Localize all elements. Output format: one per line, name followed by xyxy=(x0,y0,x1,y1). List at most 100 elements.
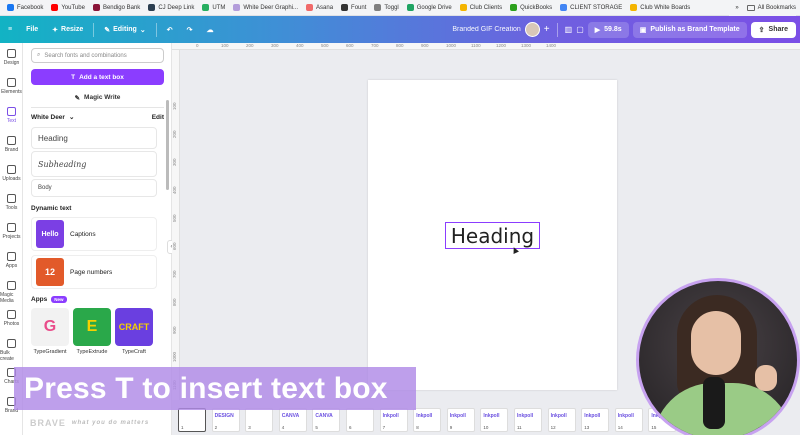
edit-brand-button[interactable]: Edit xyxy=(152,114,164,121)
bookmark-favicon-icon xyxy=(306,4,314,11)
cloud-save-button[interactable]: ☁ xyxy=(199,26,220,34)
redo-button[interactable]: ↷ xyxy=(180,26,200,34)
font-search-input[interactable]: ⌕ Search fonts and combinations xyxy=(31,48,164,63)
bookmark-item[interactable]: Google Drive xyxy=(404,4,455,11)
captions-card[interactable]: Hello Captions xyxy=(31,217,157,251)
page-thumbnail[interactable]: Inkpoll 14 xyxy=(614,408,643,432)
bookmark-item[interactable]: UTM xyxy=(199,4,228,11)
bookmark-favicon-icon xyxy=(341,4,349,11)
rail-item-magic-media[interactable]: Magic Media xyxy=(0,281,23,304)
bookmark-item[interactable]: White Deer Graphi... xyxy=(230,4,301,11)
bookmark-item[interactable]: Bendigo Bank xyxy=(90,4,143,11)
page-thumbnail[interactable]: 1 xyxy=(178,408,206,432)
ruler-tick-label: 700 xyxy=(172,270,177,278)
rail-item-tools[interactable]: Tools xyxy=(0,194,23,211)
rail-item-design[interactable]: Design xyxy=(0,49,23,66)
bookmark-item[interactable]: CJ Deep Link xyxy=(145,4,197,11)
bookmarks-overflow-button[interactable]: » xyxy=(735,5,738,11)
rail-item-bulk-create[interactable]: Bulk create xyxy=(0,339,23,362)
page-thumbnail[interactable]: Inkpoll 8 xyxy=(413,408,442,432)
page-thumbnail[interactable]: CANVA 5 xyxy=(312,408,341,432)
magic-write-button[interactable]: ✎ Magic Write xyxy=(31,90,164,105)
bookmark-item[interactable]: Facebook xyxy=(4,4,46,11)
undo-button[interactable]: ↶ xyxy=(160,26,180,34)
page-thumbnail[interactable]: Inkpoll 7 xyxy=(379,408,408,432)
bookmark-item[interactable]: Club Clients xyxy=(457,4,505,11)
page-numbers-card[interactable]: 12 Page numbers xyxy=(31,255,157,289)
editing-mode-button[interactable]: ✎ Editing ⌄ xyxy=(97,26,152,34)
brand-kit-selector[interactable]: White Deer ⌄ xyxy=(31,113,74,122)
bookmark-favicon-icon xyxy=(233,4,241,11)
present-button[interactable]: ▶ 59.8s xyxy=(587,21,629,38)
rail-item-brand[interactable]: Brand xyxy=(0,136,23,153)
heading-style-card[interactable]: Heading xyxy=(31,127,157,149)
add-text-box-button[interactable]: T Add a text box xyxy=(31,69,164,85)
analytics-icon[interactable]: ▥ xyxy=(565,25,573,34)
page-thumbnail[interactable]: Inkpoll 13 xyxy=(581,408,610,432)
page-thumbnail[interactable]: DESIGN 2 xyxy=(211,408,240,432)
captions-thumbnail: Hello xyxy=(36,220,64,248)
page-thumbnail[interactable]: 6 xyxy=(346,408,374,432)
elements-icon xyxy=(7,78,16,87)
avatar[interactable] xyxy=(524,22,540,37)
screen: Facebook YouTube Bendigo Bank CJ Deep Link U… xyxy=(0,0,800,435)
rail-item-label: Apps xyxy=(5,263,18,269)
rail-item-elements[interactable]: Elements xyxy=(0,78,23,95)
rail-item-photos[interactable]: Photos xyxy=(0,310,23,327)
add-collaborator-icon[interactable]: + xyxy=(544,24,550,35)
chevron-down-icon: ⌄ xyxy=(139,26,146,34)
main-menu-button[interactable]: ≡ xyxy=(0,26,19,33)
brave-text-preview[interactable]: BRAVE xyxy=(30,418,66,428)
all-bookmarks-button[interactable]: All Bookmarks xyxy=(746,5,796,11)
publish-label: Publish as Brand Template xyxy=(650,26,740,33)
bookmark-label: Asana xyxy=(316,4,334,11)
bookmark-item[interactable]: CLIENT STORAGE xyxy=(557,4,625,11)
page-thumbnail[interactable]: Inkpoll 10 xyxy=(480,408,509,432)
rail-item-uploads[interactable]: Uploads xyxy=(0,165,23,182)
app-card[interactable]: G TypeGradient xyxy=(31,308,69,355)
panel-divider xyxy=(31,107,164,108)
bookmark-item[interactable]: Club White Boards xyxy=(627,4,693,11)
app-thumbnail: CRAFT xyxy=(115,308,153,346)
resize-button[interactable]: ✦ Resize xyxy=(45,26,90,34)
design-title[interactable]: Branded GIF Creation xyxy=(452,26,520,33)
panel-scrollbar[interactable] xyxy=(166,100,169,190)
bookmark-item[interactable]: QuickBooks xyxy=(507,4,555,11)
page-number: 14 xyxy=(617,425,623,430)
bookmark-item[interactable]: Asana xyxy=(303,4,336,11)
bookmark-item[interactable]: Toggl xyxy=(371,4,401,11)
publish-brand-template-button[interactable]: ▣ Publish as Brand Template xyxy=(632,21,747,38)
page-number: 13 xyxy=(584,425,590,430)
body-style-card[interactable]: Body xyxy=(31,179,157,197)
rail-item-apps[interactable]: Apps xyxy=(0,252,23,269)
rail-item-label: Projects xyxy=(2,234,21,240)
bookmark-label: Club Clients xyxy=(469,4,503,11)
page-thumbnail[interactable]: Inkpoll 9 xyxy=(446,408,475,432)
page-thumbnail-label: DESIGN xyxy=(214,413,234,419)
page-thumbnail[interactable]: 3 xyxy=(245,408,274,432)
cloud-icon: ☁ xyxy=(206,26,214,34)
app-card[interactable]: CRAFT TypeCraft xyxy=(115,308,153,355)
page-number: 3 xyxy=(248,425,251,430)
bookmark-label: Club White Boards xyxy=(640,4,691,11)
ruler-tick-label: 1000 xyxy=(172,351,177,362)
rail-item-projects[interactable]: Projects xyxy=(0,223,23,240)
share-button[interactable]: ⇪ Share xyxy=(750,21,796,38)
comment-icon[interactable]: ▢ xyxy=(576,25,584,34)
script-text-preview[interactable]: what you do matters xyxy=(72,420,149,426)
page-thumbnail[interactable]: CANVA 4 xyxy=(278,408,307,432)
subheading-style-card[interactable]: Subheading xyxy=(31,151,157,177)
bookmark-item[interactable]: Fount xyxy=(338,4,369,11)
heading-text-element[interactable]: Heading xyxy=(445,222,540,249)
page-number: 12 xyxy=(550,425,556,430)
ruler-tick-label: 400 xyxy=(296,43,304,48)
undo-icon: ↶ xyxy=(166,26,173,34)
file-menu-button[interactable]: File xyxy=(19,26,45,33)
app-card[interactable]: E TypeExtrude xyxy=(73,308,111,355)
page-thumbnail[interactable]: Inkpoll 11 xyxy=(514,408,542,432)
rail-item-text[interactable]: Text xyxy=(0,107,23,124)
bookmark-item[interactable]: YouTube xyxy=(48,4,88,11)
page-thumbnail[interactable]: Inkpoll 12 xyxy=(547,408,576,432)
rail-item-label: Photos xyxy=(3,321,20,327)
bookmark-favicon-icon xyxy=(560,4,568,11)
